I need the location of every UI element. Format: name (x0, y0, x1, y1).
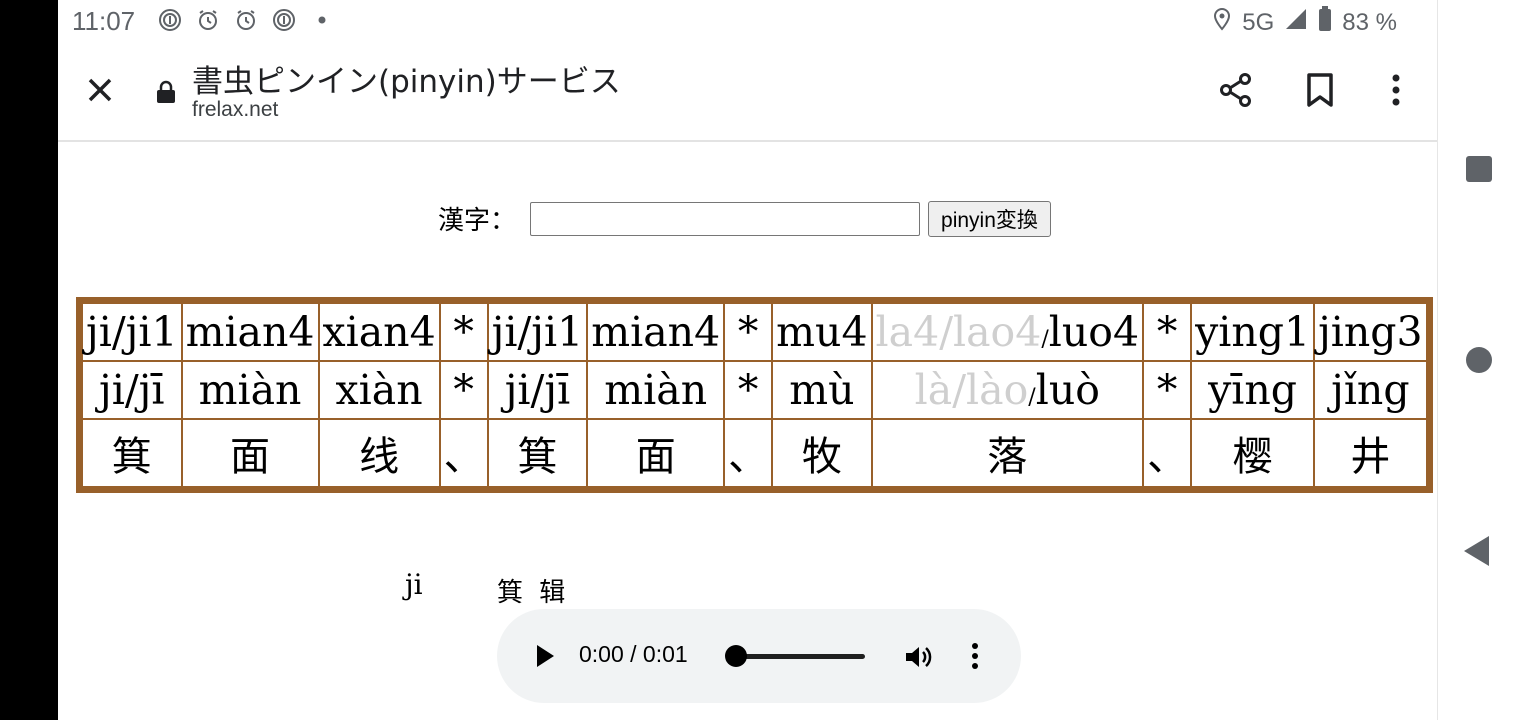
alarm-icon (234, 8, 258, 32)
signal-icon (1284, 7, 1308, 38)
more-options-button[interactable] (1374, 68, 1418, 112)
main-tone: luo4 (1048, 308, 1140, 356)
fingerprint-icon (158, 8, 182, 32)
notification-icons (158, 8, 334, 32)
page-title: 書虫ピンイン(pinyin)サービス (192, 64, 621, 100)
tone-cell: ji/ji1 (486, 299, 589, 362)
pinyin-cell: xiàn (317, 360, 441, 420)
pinyin-cell: ji/jī (78, 360, 183, 420)
alarm-icon (196, 8, 220, 32)
pinyin-cell: mù (771, 360, 873, 420)
tone-cell: mian4 (180, 299, 320, 362)
tone-cell: * (438, 299, 489, 362)
volume-button[interactable] (903, 642, 933, 672)
status-bar: 11:07 5G 83 % (58, 0, 1437, 44)
more-vert-icon (1392, 74, 1400, 106)
status-time: 11:07 (72, 6, 136, 36)
browser-app: 11:07 5G 83 % 書虫ピンイン(pinyin)サービス frelax.… (58, 0, 1437, 720)
location-icon (1212, 7, 1232, 38)
close-icon (88, 78, 112, 102)
hanzi-cell: 、 (438, 418, 489, 491)
play-icon[interactable] (537, 645, 554, 667)
hanzi-cell[interactable]: 井 (1313, 418, 1431, 491)
pinyin-mark-row: ji/jī miàn xiàn * ji/jī miàn * mù là/lào… (78, 360, 1431, 420)
alt-tone-faded: la4/lao4 (875, 308, 1042, 356)
pinyin-cell: * (438, 360, 489, 420)
tone-cell: mian4 (586, 299, 726, 362)
page-domain: frelax.net (192, 98, 279, 121)
volume-icon (906, 647, 932, 667)
browser-toolbar: 書虫ピンイン(pinyin)サービス frelax.net (58, 44, 1437, 142)
tone-cell: xian4 (317, 299, 441, 362)
tone-number-row: ji/ji1 mian4 xian4 * ji/ji1 mian4 * mu4 … (78, 299, 1431, 362)
close-button[interactable] (82, 72, 118, 108)
pinyin-cell: là/lào/luò (870, 360, 1145, 420)
hanzi-cell[interactable]: 面 (180, 418, 320, 491)
home-button[interactable] (1466, 347, 1492, 373)
left-bezel (0, 0, 58, 720)
dot-icon (310, 8, 334, 32)
kanji-form: 漢字： pinyin変換 (438, 200, 1051, 237)
pinyin-convert-button[interactable]: pinyin変換 (928, 200, 1051, 237)
pinyin-cell: * (723, 360, 774, 420)
entry-pinyin: ji (405, 568, 423, 601)
main-pinyin: luò (1035, 366, 1100, 414)
status-right: 5G 83 % (1212, 6, 1397, 39)
tone-cell: jing3 (1313, 299, 1431, 362)
audio-options-button[interactable] (969, 641, 981, 671)
audio-time: 0:00 / 0:01 (579, 641, 688, 667)
kanji-label: 漢字： (438, 206, 517, 236)
hanzi-row: 箕 面 线 、 箕 面 、 牧 落 、 樱 井 (78, 418, 1431, 491)
pinyin-cell: miàn (180, 360, 320, 420)
pinyin-cell: miàn (586, 360, 726, 420)
pinyin-cell: ji/jī (486, 360, 589, 420)
audio-seek-track[interactable] (735, 654, 865, 659)
hanzi-cell[interactable]: 面 (586, 418, 726, 491)
audio-player: 0:00 / 0:01 (497, 609, 1021, 703)
page-content: 漢字： pinyin変換 ji/ji1 mian4 xian4 * ji/ji1… (58, 142, 1437, 720)
bookmark-icon (1307, 73, 1333, 107)
hanzi-cell: 、 (1142, 418, 1193, 491)
tone-cell: mu4 (771, 299, 873, 362)
network-type: 5G (1242, 8, 1275, 36)
lock-icon (156, 80, 176, 104)
bookmark-button[interactable] (1298, 68, 1342, 112)
tone-cell: la4/lao4/luo4 (870, 299, 1145, 362)
pinyin-table: ji/ji1 mian4 xian4 * ji/ji1 mian4 * mu4 … (76, 297, 1433, 493)
pinyin-cell: jǐng (1313, 360, 1431, 420)
hanzi-cell[interactable]: 落 (870, 418, 1145, 491)
pinyin-cell: * (1142, 360, 1193, 420)
entry-chars: 箕 辑 (497, 578, 570, 608)
hanzi-cell: 、 (723, 418, 774, 491)
hanzi-cell[interactable]: 箕 (486, 418, 589, 491)
pinyin-cell: yīng (1190, 360, 1316, 420)
audio-seek-thumb[interactable] (725, 645, 747, 667)
tone-separator: / (1041, 327, 1049, 352)
battery-icon (1318, 6, 1332, 39)
alt-pinyin-faded: là/lào (914, 366, 1029, 414)
battery-percent: 83 % (1342, 8, 1397, 36)
share-icon (1220, 73, 1251, 107)
tone-cell: * (1142, 299, 1193, 362)
tone-cell: * (723, 299, 774, 362)
hanzi-cell[interactable]: 樱 (1190, 418, 1316, 491)
tone-cell: ying1 (1190, 299, 1316, 362)
hanzi-cell[interactable]: 牧 (771, 418, 873, 491)
fingerprint-icon (272, 8, 296, 32)
pinyin-separator: / (1028, 385, 1036, 410)
share-button[interactable] (1214, 68, 1258, 112)
more-vert-icon (972, 643, 978, 669)
back-button[interactable] (1464, 536, 1489, 566)
hanzi-cell[interactable]: 线 (317, 418, 441, 491)
kanji-input[interactable] (530, 201, 921, 236)
recents-button[interactable] (1466, 156, 1492, 182)
hanzi-cell[interactable]: 箕 (78, 418, 183, 491)
tone-cell: ji/ji1 (78, 299, 183, 362)
